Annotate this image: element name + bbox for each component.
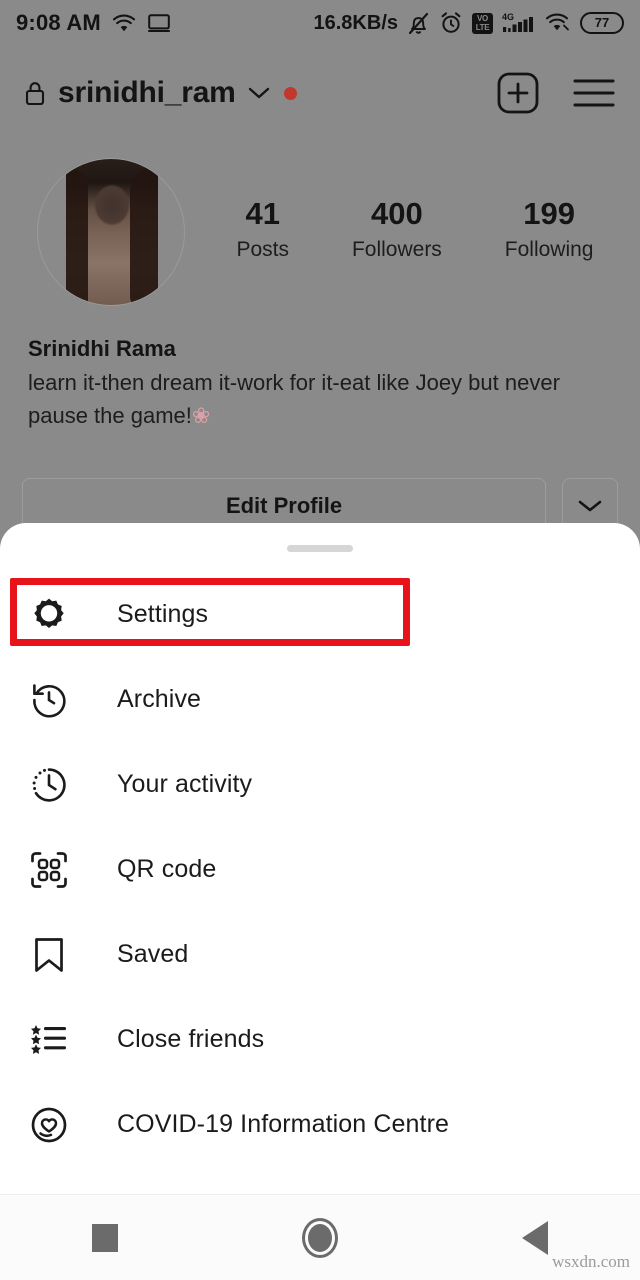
menu-item-label: Close friends: [117, 1025, 265, 1053]
menu-item-label: COVID-19 Information Centre: [117, 1110, 449, 1138]
cast-screen-icon: [147, 13, 171, 33]
sheet-divider: [0, 1194, 640, 1195]
recents-square-icon[interactable]: [92, 1224, 118, 1252]
stat-label: Following: [504, 238, 594, 261]
qr-code-icon: [26, 847, 72, 893]
chevron-down-icon[interactable]: [248, 86, 270, 100]
profile-app-bar: srinidhi_ram: [0, 60, 640, 126]
network-speed: 16.8KB/s: [313, 11, 399, 34]
display-name: Srinidhi Rama: [28, 336, 176, 361]
volte-icon: VO LTE: [472, 12, 493, 34]
wifi-icon: [545, 13, 571, 33]
watermark: wsxdn.com: [552, 1252, 630, 1271]
avatar-photo-detail: [66, 167, 88, 305]
status-time: 9:08 AM: [16, 10, 101, 35]
menu-item-close-friends[interactable]: Close friends: [0, 997, 640, 1082]
signal-4g-icon: 4G: [502, 11, 536, 35]
status-bar: 9:08 AM 16.8KB/s VO LTE 4G 77: [0, 0, 640, 46]
phone-screen: 9:08 AM 16.8KB/s VO LTE 4G 77 srinidhi_r…: [0, 0, 640, 1280]
stat-label: Followers: [351, 238, 442, 261]
plus-box-icon[interactable]: [496, 71, 540, 115]
menu-item-label: Settings: [117, 600, 209, 628]
avatar-photo-detail: [130, 165, 158, 305]
stat-value: 199: [523, 196, 575, 231]
menu-item-saved[interactable]: Saved: [0, 912, 640, 997]
menu-item-label: Saved: [117, 940, 189, 968]
lock-icon: [24, 79, 46, 107]
profile-username[interactable]: srinidhi_ram: [58, 76, 236, 110]
stat-value: 41: [245, 196, 280, 231]
stat-value: 400: [371, 196, 423, 231]
flower-emoji-icon: ❀: [191, 403, 211, 428]
menu-item-your-activity[interactable]: Your activity: [0, 742, 640, 827]
home-circle-icon[interactable]: [302, 1218, 338, 1258]
drag-handle[interactable]: [287, 545, 353, 552]
menu-item-covid-information-centre[interactable]: COVID-19 Information Centre: [0, 1082, 640, 1167]
back-triangle-icon[interactable]: [522, 1221, 548, 1255]
chevron-down-icon: [577, 498, 603, 514]
bio-line-1: learn it-then dream it-work for it-eat l…: [28, 370, 499, 395]
star-list-icon: [26, 1017, 72, 1063]
heart-circle-icon: [26, 1102, 72, 1148]
options-menu: Settings Archive Your activity QR code S…: [0, 572, 640, 1167]
menu-item-label: Your activity: [117, 770, 253, 798]
menu-item-label: QR code: [117, 855, 217, 883]
bell-muted-icon: [407, 11, 430, 36]
menu-item-qr-code[interactable]: QR code: [0, 827, 640, 912]
stat-followers[interactable]: 400 Followers: [352, 196, 442, 262]
svg-text:4G: 4G: [502, 12, 514, 22]
activity-clock-icon: [26, 762, 72, 808]
stat-posts[interactable]: 41 Posts: [236, 196, 289, 262]
clock-rewind-icon: [26, 677, 72, 723]
bio-text: learn it-then dream it-work for it-eat l…: [28, 366, 618, 432]
android-navigation-bar: [0, 1196, 640, 1280]
menu-item-archive[interactable]: Archive: [0, 657, 640, 742]
stat-label: Posts: [236, 238, 289, 261]
profile-stats: 41 Posts 400 Followers 199 Following: [205, 196, 625, 262]
battery-indicator: 77: [580, 12, 624, 34]
profile-bio: Srinidhi Rama learn it-then dream it-wor…: [28, 336, 618, 432]
unread-dot-badge: [283, 86, 297, 100]
stat-following[interactable]: 199 Following: [505, 196, 594, 262]
bookmark-icon: [26, 932, 72, 978]
hamburger-menu-icon[interactable]: [572, 76, 616, 110]
wifi-icon: [112, 14, 136, 33]
gear-icon: [26, 592, 72, 638]
profile-options-bottom-sheet: Settings Archive Your activity QR code S…: [0, 523, 640, 1195]
avatar[interactable]: [37, 158, 185, 306]
alarm-clock-icon: [439, 11, 463, 35]
menu-item-settings[interactable]: Settings: [0, 572, 640, 657]
menu-item-label: Archive: [117, 685, 202, 713]
